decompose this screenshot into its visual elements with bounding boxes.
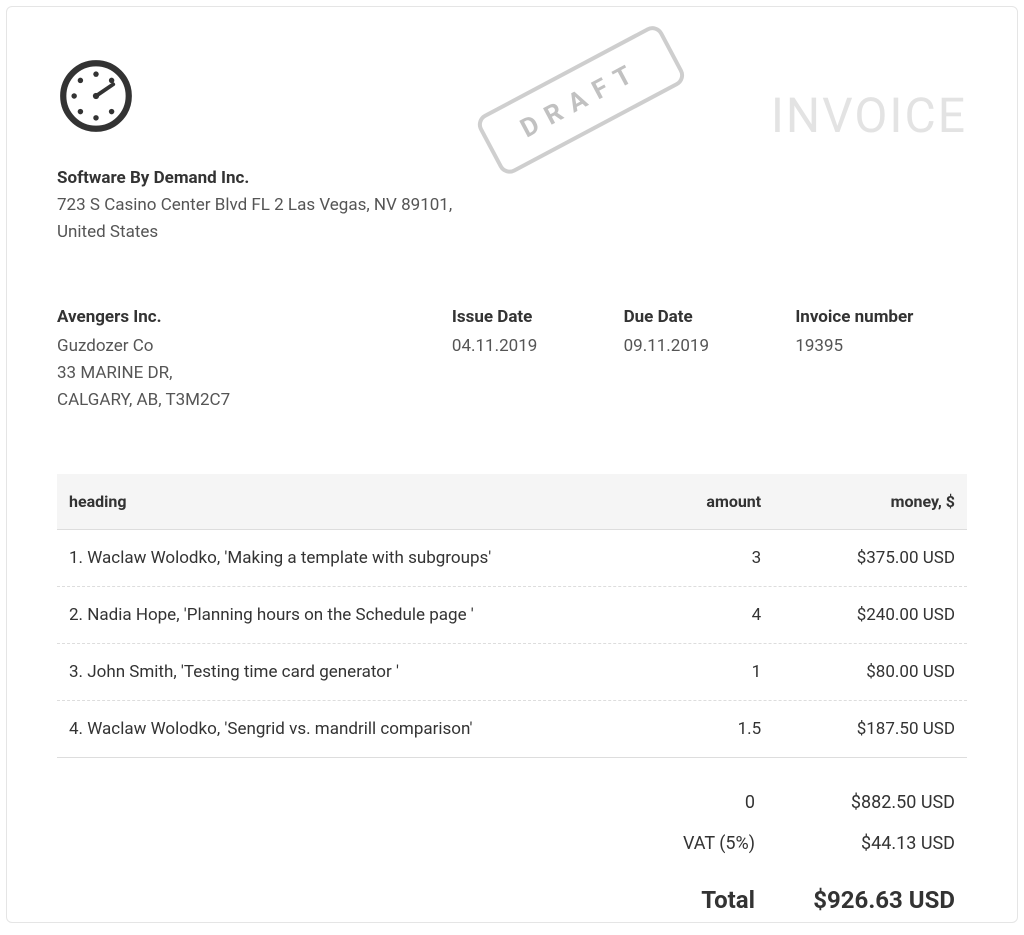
- cell-money: $240.00 USD: [761, 605, 955, 625]
- invoice-title: INVOICE: [771, 87, 967, 144]
- invoice-document: INVOICE DRAFT Software By Demand Inc. 72…: [6, 6, 1018, 923]
- invoice-number-col: Invoice number 19395: [795, 307, 967, 415]
- header-heading: heading: [69, 492, 623, 511]
- table-row: 1. Waclaw Wolodko, 'Making a template wi…: [57, 530, 967, 587]
- table-row: 2. Nadia Hope, 'Planning hours on the Sc…: [57, 587, 967, 644]
- header-amount: amount: [623, 492, 761, 511]
- sender-info: Software By Demand Inc. 723 S Casino Cen…: [57, 165, 967, 247]
- draft-stamp-text: DRAFT: [516, 56, 646, 144]
- vat-row: VAT (5%) $44.13 USD: [57, 823, 967, 864]
- vat-value: $44.13 USD: [755, 833, 955, 854]
- company-logo-icon: [57, 57, 135, 135]
- total-row: Total $926.63 USD: [57, 876, 967, 924]
- client-name: Avengers Inc.: [57, 307, 452, 327]
- line-items-table: heading amount money, $ 1. Waclaw Wolodk…: [57, 474, 967, 758]
- cell-money: $187.50 USD: [761, 719, 955, 739]
- cell-heading: 4. Waclaw Wolodko, 'Sengrid vs. mandrill…: [69, 719, 623, 739]
- invoice-meta-row: Avengers Inc. Guzdozer Co 33 MARINE DR, …: [57, 307, 967, 415]
- table-header-row: heading amount money, $: [57, 474, 967, 530]
- client-line2: 33 MARINE DR,: [57, 360, 452, 387]
- invoice-number-label: Invoice number: [795, 307, 967, 327]
- cell-heading: 2. Nadia Hope, 'Planning hours on the Sc…: [69, 605, 623, 625]
- cell-amount: 1.5: [623, 719, 761, 739]
- due-date-value: 09.11.2019: [624, 333, 796, 360]
- subtotal-value: $882.50 USD: [755, 792, 955, 813]
- cell-amount: 1: [623, 662, 761, 682]
- totals-section: 0 $882.50 USD VAT (5%) $44.13 USD Total …: [57, 782, 967, 924]
- invoice-number-value: 19395: [795, 333, 967, 360]
- invoice-header: INVOICE DRAFT Software By Demand Inc. 72…: [57, 57, 967, 247]
- sender-address-line1: 723 S Casino Center Blvd FL 2 Las Vegas,…: [57, 192, 967, 219]
- client-line3: CALGARY, AB, T3M2C7: [57, 387, 452, 414]
- issue-date-value: 04.11.2019: [452, 333, 624, 360]
- cell-money: $80.00 USD: [761, 662, 955, 682]
- client-line1: Guzdozer Co: [57, 333, 452, 360]
- table-row: 4. Waclaw Wolodko, 'Sengrid vs. mandrill…: [57, 701, 967, 758]
- subtotal-label: 0: [595, 792, 755, 813]
- due-date-label: Due Date: [624, 307, 796, 327]
- vat-label: VAT (5%): [595, 833, 755, 854]
- sender-address-line2: United States: [57, 219, 967, 246]
- cell-amount: 4: [623, 605, 761, 625]
- issue-date-label: Issue Date: [452, 307, 624, 327]
- cell-amount: 3: [623, 548, 761, 568]
- total-label: Total: [595, 886, 755, 914]
- table-row: 3. John Smith, 'Testing time card genera…: [57, 644, 967, 701]
- client-info: Avengers Inc. Guzdozer Co 33 MARINE DR, …: [57, 307, 452, 415]
- cell-heading: 1. Waclaw Wolodko, 'Making a template wi…: [69, 548, 623, 568]
- total-value: $926.63 USD: [755, 886, 955, 914]
- draft-stamp: DRAFT: [474, 22, 688, 178]
- issue-date-col: Issue Date 04.11.2019: [452, 307, 624, 415]
- due-date-col: Due Date 09.11.2019: [624, 307, 796, 415]
- cell-heading: 3. John Smith, 'Testing time card genera…: [69, 662, 623, 682]
- cell-money: $375.00 USD: [761, 548, 955, 568]
- header-money: money, $: [761, 492, 955, 511]
- subtotal-row: 0 $882.50 USD: [57, 782, 967, 823]
